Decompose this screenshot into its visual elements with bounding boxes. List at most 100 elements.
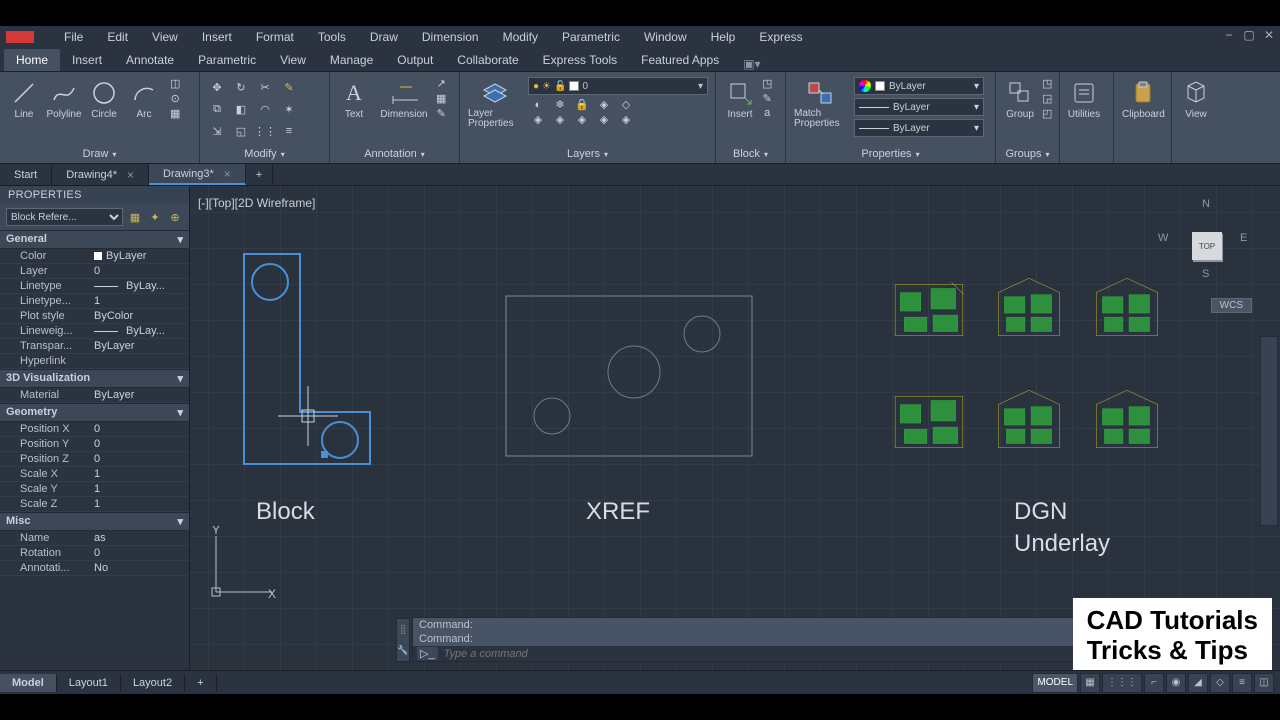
panel-modify-title[interactable]: Modify bbox=[206, 145, 323, 163]
status-polar-icon[interactable]: ◉ bbox=[1166, 673, 1186, 693]
maximize-icon[interactable]: ▢ bbox=[1242, 28, 1256, 42]
tab-annotate[interactable]: Annotate bbox=[114, 49, 186, 71]
layer-mini-10[interactable]: ◈ bbox=[616, 113, 636, 126]
viewcube[interactable]: N S W E TOP bbox=[1162, 198, 1252, 288]
panel-draw-title[interactable]: Draw bbox=[6, 145, 193, 163]
draw-mini-1[interactable]: ◫ bbox=[170, 77, 180, 90]
viewcube-n[interactable]: N bbox=[1202, 198, 1210, 210]
layer-mini-6[interactable]: ◈ bbox=[528, 113, 548, 126]
panel-annotation-title[interactable]: Annotation bbox=[336, 145, 453, 163]
property-row[interactable]: LinetypeByLay... bbox=[0, 279, 189, 294]
mirror-button[interactable]: ◧ bbox=[230, 99, 252, 119]
match-properties-button[interactable]: Match Properties bbox=[792, 77, 848, 131]
layer-iso2[interactable]: ◇ bbox=[616, 98, 636, 111]
move-button[interactable]: ✥ bbox=[206, 77, 228, 97]
property-section-general[interactable]: General▾ bbox=[0, 230, 189, 249]
tab-collaborate[interactable]: Collaborate bbox=[445, 49, 530, 71]
layer-mini-9[interactable]: ◈ bbox=[594, 113, 614, 126]
menu-window[interactable]: Window bbox=[632, 30, 699, 44]
dimension-button[interactable]: Dimension bbox=[376, 77, 432, 122]
selection-type-dropdown[interactable]: Block Refere... bbox=[6, 208, 123, 226]
linetype-selector[interactable]: ByLayer▾ bbox=[854, 98, 984, 116]
layer-properties-button[interactable]: Layer Properties bbox=[466, 77, 522, 131]
menu-insert[interactable]: Insert bbox=[190, 30, 244, 44]
status-osnap-icon[interactable]: ◇ bbox=[1210, 673, 1230, 693]
menu-edit[interactable]: Edit bbox=[95, 30, 140, 44]
property-row[interactable]: Annotati...No bbox=[0, 561, 189, 576]
status-iso-icon[interactable]: ◢ bbox=[1188, 673, 1208, 693]
insert-block-button[interactable]: Insert bbox=[722, 77, 758, 122]
ribbon-more-icon[interactable]: ▣▾ bbox=[743, 57, 760, 71]
stretch-button[interactable]: ⇲ bbox=[206, 121, 228, 141]
property-row[interactable]: Position Y0 bbox=[0, 437, 189, 452]
tab-insert[interactable]: Insert bbox=[60, 49, 114, 71]
layer-mini-8[interactable]: ◈ bbox=[572, 113, 592, 126]
navigation-bar[interactable] bbox=[1260, 336, 1278, 526]
group-button[interactable]: Group bbox=[1002, 77, 1038, 122]
layout-tab-add[interactable]: + bbox=[185, 674, 216, 692]
property-row[interactable]: ColorByLayer bbox=[0, 249, 189, 264]
property-section-geometry[interactable]: Geometry▾ bbox=[0, 403, 189, 422]
panel-layers-title[interactable]: Layers bbox=[466, 145, 709, 163]
panel-groups-title[interactable]: Groups bbox=[1002, 145, 1053, 163]
fillet-button[interactable]: ◠ bbox=[254, 99, 276, 119]
array-button[interactable]: ⋮⋮ bbox=[254, 121, 276, 141]
panel-block-title[interactable]: Block bbox=[722, 145, 779, 163]
text-button[interactable]: AText bbox=[336, 77, 372, 122]
property-section-3d-visualization[interactable]: 3D Visualization▾ bbox=[0, 369, 189, 388]
menu-express[interactable]: Express bbox=[747, 30, 814, 44]
property-section-misc[interactable]: Misc▾ bbox=[0, 512, 189, 531]
property-row[interactable]: Scale Z1 bbox=[0, 497, 189, 512]
group-mini-1[interactable]: ◳ bbox=[1042, 77, 1052, 90]
wrench-icon[interactable]: 🔧 bbox=[397, 645, 408, 656]
property-row[interactable]: Transpar...ByLayer bbox=[0, 339, 189, 354]
menu-view[interactable]: View bbox=[140, 30, 190, 44]
quickselect-icon[interactable]: ▦ bbox=[127, 209, 143, 225]
group-mini-3[interactable]: ◰ bbox=[1042, 107, 1052, 120]
pickadd-icon[interactable]: ✦ bbox=[147, 209, 163, 225]
table-button[interactable]: ▦ bbox=[436, 92, 446, 105]
create-block-button[interactable]: ◳ bbox=[762, 77, 772, 90]
line-button[interactable]: Line bbox=[6, 77, 42, 122]
tab-featured-apps[interactable]: Featured Apps bbox=[629, 49, 731, 71]
property-row[interactable]: Linetype...1 bbox=[0, 294, 189, 309]
viewcube-s[interactable]: S bbox=[1202, 268, 1209, 280]
tab-home[interactable]: Home bbox=[4, 49, 60, 71]
command-line-handle[interactable]: ⣿🔧 bbox=[396, 618, 410, 662]
viewcube-w[interactable]: W bbox=[1158, 232, 1168, 244]
property-row[interactable]: Hyperlink bbox=[0, 354, 189, 369]
close-tab-icon[interactable]: × bbox=[224, 167, 231, 181]
property-row[interactable]: Layer0 bbox=[0, 264, 189, 279]
menu-parametric[interactable]: Parametric bbox=[550, 30, 632, 44]
property-row[interactable]: MaterialByLayer bbox=[0, 388, 189, 403]
layer-freeze-button[interactable]: ❄ bbox=[550, 98, 570, 111]
file-tab-drawing3[interactable]: Drawing3*× bbox=[149, 164, 246, 185]
menu-help[interactable]: Help bbox=[699, 30, 748, 44]
draw-mini-2[interactable]: ⊙ bbox=[170, 92, 180, 105]
layer-lock-button[interactable]: 🔒 bbox=[572, 98, 592, 111]
property-row[interactable]: Nameas bbox=[0, 531, 189, 546]
menu-modify[interactable]: Modify bbox=[491, 30, 550, 44]
tab-view[interactable]: View bbox=[268, 49, 318, 71]
minimize-icon[interactable]: − bbox=[1222, 28, 1236, 42]
draw-mini-3[interactable]: ▦ bbox=[170, 107, 180, 120]
property-row[interactable]: Position Z0 bbox=[0, 452, 189, 467]
edit-block-button[interactable]: ✎ bbox=[762, 92, 772, 105]
tab-parametric[interactable]: Parametric bbox=[186, 49, 268, 71]
menu-tools[interactable]: Tools bbox=[306, 30, 358, 44]
close-icon[interactable]: ✕ bbox=[1262, 28, 1276, 42]
tab-output[interactable]: Output bbox=[385, 49, 445, 71]
property-row[interactable]: Scale Y1 bbox=[0, 482, 189, 497]
offset-button[interactable]: ≡ bbox=[278, 121, 300, 141]
layout-tab-1[interactable]: Layout1 bbox=[57, 674, 121, 692]
property-row[interactable]: Plot styleByColor bbox=[0, 309, 189, 324]
explode-button[interactable]: ✶ bbox=[278, 99, 300, 119]
circle-button[interactable]: Circle bbox=[86, 77, 122, 122]
lineweight-selector[interactable]: ByLayer▾ bbox=[854, 119, 984, 137]
property-row[interactable]: Rotation0 bbox=[0, 546, 189, 561]
view-button[interactable]: View bbox=[1178, 77, 1214, 122]
rotate-button[interactable]: ↻ bbox=[230, 77, 252, 97]
menu-dimension[interactable]: Dimension bbox=[410, 30, 491, 44]
clipboard-button[interactable]: Clipboard bbox=[1120, 77, 1167, 122]
new-tab-button[interactable]: + bbox=[246, 164, 273, 185]
